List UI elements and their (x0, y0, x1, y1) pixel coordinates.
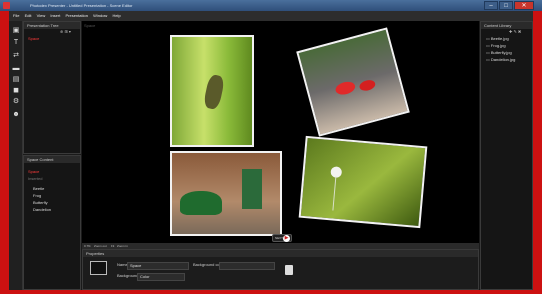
next-arrow-icon: ▶ (283, 235, 290, 242)
background-color-field[interactable] (219, 262, 275, 270)
library-item-frog[interactable]: Frog.jpg (486, 43, 506, 49)
window-titlebar: Photodex Presenter - Untitled Presentati… (0, 0, 542, 11)
content-item-butterfly[interactable]: Butterfly (33, 200, 48, 206)
presentation-tree-title: Presentation Tree (24, 22, 80, 29)
settings-tool-icon[interactable]: ⚙ (12, 98, 20, 106)
presentation-tree-panel: Presentation Tree ⊕ ⊞ ▾ Space (23, 21, 81, 154)
next-slide-button[interactable]: NEXT ▶ (272, 234, 292, 242)
dandelion-photo[interactable] (298, 135, 428, 229)
properties-panel: Properties Name Space Background color B… (82, 249, 479, 290)
tree-item-space[interactable]: Space (28, 36, 39, 42)
text-tool-icon[interactable]: T (12, 39, 20, 47)
space-thumbnail (90, 261, 107, 275)
window-title: Photodex Presenter - Untitled Presentati… (30, 3, 133, 8)
library-toolbar-icons[interactable]: ✚ ✎ ✖ (509, 29, 533, 35)
frog-photo[interactable] (170, 35, 254, 147)
people-tool-icon[interactable]: ☻ (12, 111, 20, 119)
properties-title: Properties (83, 250, 478, 257)
menu-bar: File Edit View Insert Presentation Windo… (9, 11, 533, 21)
tree-toolbar-icons[interactable]: ⊕ ⊞ ▾ (60, 29, 80, 35)
content-library-title: Content Library (481, 22, 532, 29)
menu-insert[interactable]: Insert (50, 11, 60, 21)
shape-tool-icon[interactable]: ◼ (12, 87, 20, 95)
library-item-beetle[interactable]: Beetle.jpg (486, 36, 509, 42)
link-tool-icon[interactable]: ⇄ (12, 52, 20, 60)
content-item-space[interactable]: Space (28, 169, 39, 175)
menu-presentation[interactable]: Presentation (65, 11, 87, 21)
content-library-panel: Content Library ✚ ✎ ✖ Beetle.jpg Frog.jp… (480, 21, 533, 290)
library-item-dandelion[interactable]: Dandelion.jpg (486, 57, 515, 63)
content-item-beetle[interactable]: Beetle (33, 186, 44, 192)
canvas-tab[interactable]: Space (84, 23, 95, 28)
close-button[interactable]: ✕ (514, 1, 534, 10)
comment-tool-icon[interactable]: ▤ (12, 76, 20, 84)
minimize-button[interactable]: – (484, 1, 498, 10)
space-content-panel: Space Content Space Inserted Beetle Frog… (23, 155, 81, 290)
picture-tool-icon[interactable]: ▣ (12, 27, 20, 35)
next-label: NEXT (275, 236, 284, 240)
content-item-inserted[interactable]: Inserted (28, 176, 42, 182)
menu-file[interactable]: File (13, 11, 19, 21)
content-item-dandelion[interactable]: Dandelion (33, 207, 51, 213)
maximize-button[interactable]: □ (499, 1, 513, 10)
library-item-butterfly[interactable]: Butterfly.jpg (486, 50, 512, 56)
car-photo[interactable] (170, 151, 282, 236)
name-field[interactable]: Space (127, 262, 189, 270)
content-item-frog[interactable]: Frog (33, 193, 41, 199)
menu-edit[interactable]: Edit (25, 11, 32, 21)
menu-window[interactable]: Window (93, 11, 107, 21)
flamingo-photo[interactable] (296, 27, 410, 137)
scene-canvas[interactable]: Space NEXT ▶ (82, 21, 479, 243)
background-label: Background (117, 273, 139, 278)
document-icon[interactable] (285, 265, 293, 275)
video-tool-icon[interactable]: ▬ (12, 65, 20, 73)
tools-toolbar: ▣ T ⇄ ▬ ▤ ◼ ⚙ ☻ (9, 21, 23, 290)
app-icon (3, 2, 10, 9)
menu-view[interactable]: View (37, 11, 46, 21)
background-select[interactable]: Color (137, 273, 185, 281)
menu-help[interactable]: Help (112, 11, 120, 21)
space-content-title: Space Content (24, 156, 80, 163)
